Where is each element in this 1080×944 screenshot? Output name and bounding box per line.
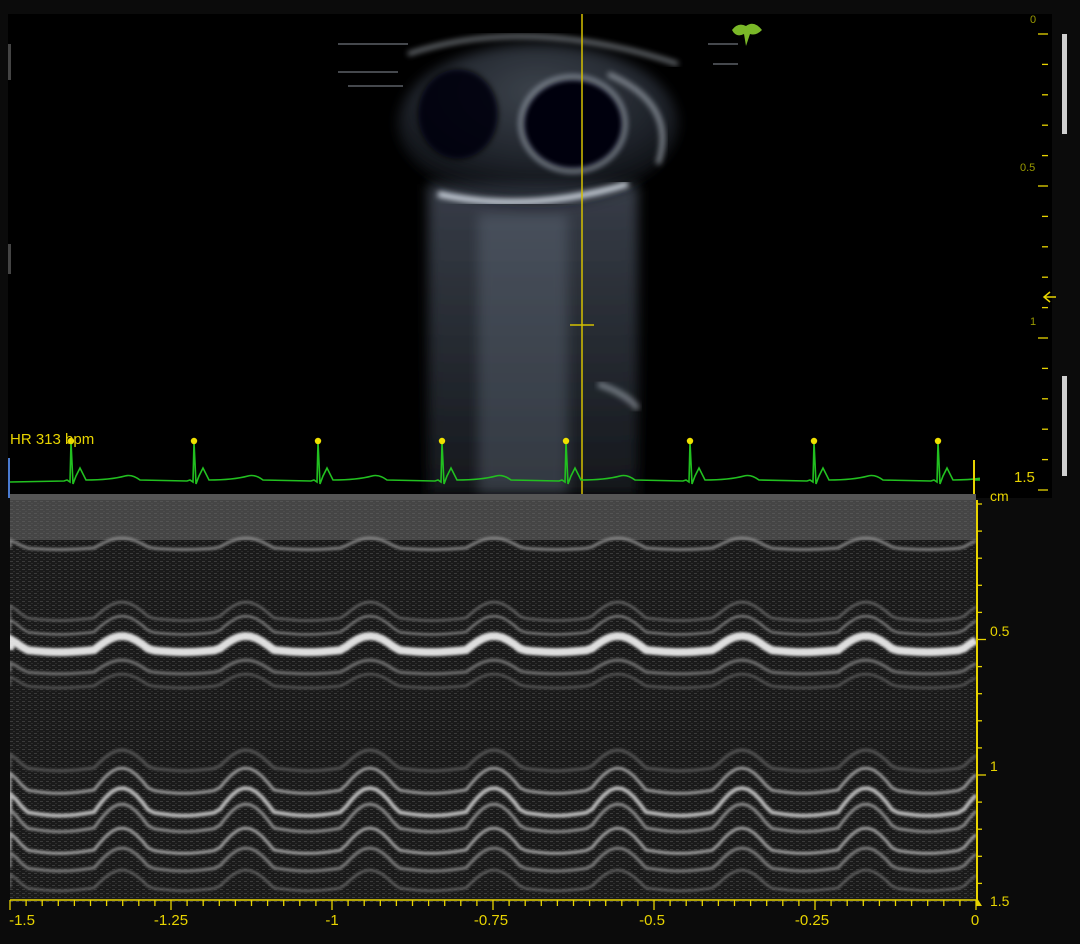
b-depth-label-0: 0	[1030, 14, 1037, 26]
m-mode-image	[10, 500, 976, 902]
m-mode-trace	[10, 500, 976, 902]
r-wave-marker	[562, 437, 570, 445]
heart-rate-label: HR 313 bpm	[10, 431, 95, 448]
ginkgo-leaf-icon	[732, 23, 762, 46]
ecg-trace	[8, 437, 980, 498]
time-axis	[9, 899, 977, 910]
r-wave-marker	[314, 437, 322, 445]
m-depth-label-0-5: 0.5	[990, 623, 1010, 639]
m-depth-label-1: 1	[990, 758, 998, 774]
r-wave-marker	[438, 437, 446, 445]
r-wave-marker	[810, 437, 818, 445]
depth-unit-label: cm	[990, 488, 1009, 504]
time-label-neg-1-5: -1.5	[9, 912, 35, 929]
b-mode-anatomy	[8, 14, 738, 498]
b-mode-image	[8, 14, 1052, 498]
b-depth-label-0-5: 0.5	[1020, 162, 1036, 174]
time-label-neg-1: -1	[325, 912, 339, 929]
time-label-neg-0-75: -0.75	[473, 912, 509, 929]
ultrasound-viewer: 0 0.5 1 1.5 HR 313 bpm cm 0.5 1 1.5 -1.5…	[0, 0, 1080, 944]
time-label-neg-0-5: -0.5	[639, 912, 665, 929]
b-depth-label-1: 1	[1030, 316, 1037, 328]
b-mode-depth-scale	[1038, 33, 1067, 491]
m-depth-label-1-5: 1.5	[990, 893, 1010, 909]
m-mode-depth-scale	[976, 500, 986, 906]
r-wave-marker	[686, 437, 694, 445]
time-label-neg-1-25: -1.25	[153, 912, 189, 929]
time-label-0: 0	[970, 912, 980, 929]
time-label-neg-0-25: -0.25	[794, 912, 830, 929]
r-wave-marker	[190, 437, 198, 445]
b-depth-label-1-5: 1.5	[1014, 469, 1035, 486]
r-wave-marker	[934, 437, 942, 445]
